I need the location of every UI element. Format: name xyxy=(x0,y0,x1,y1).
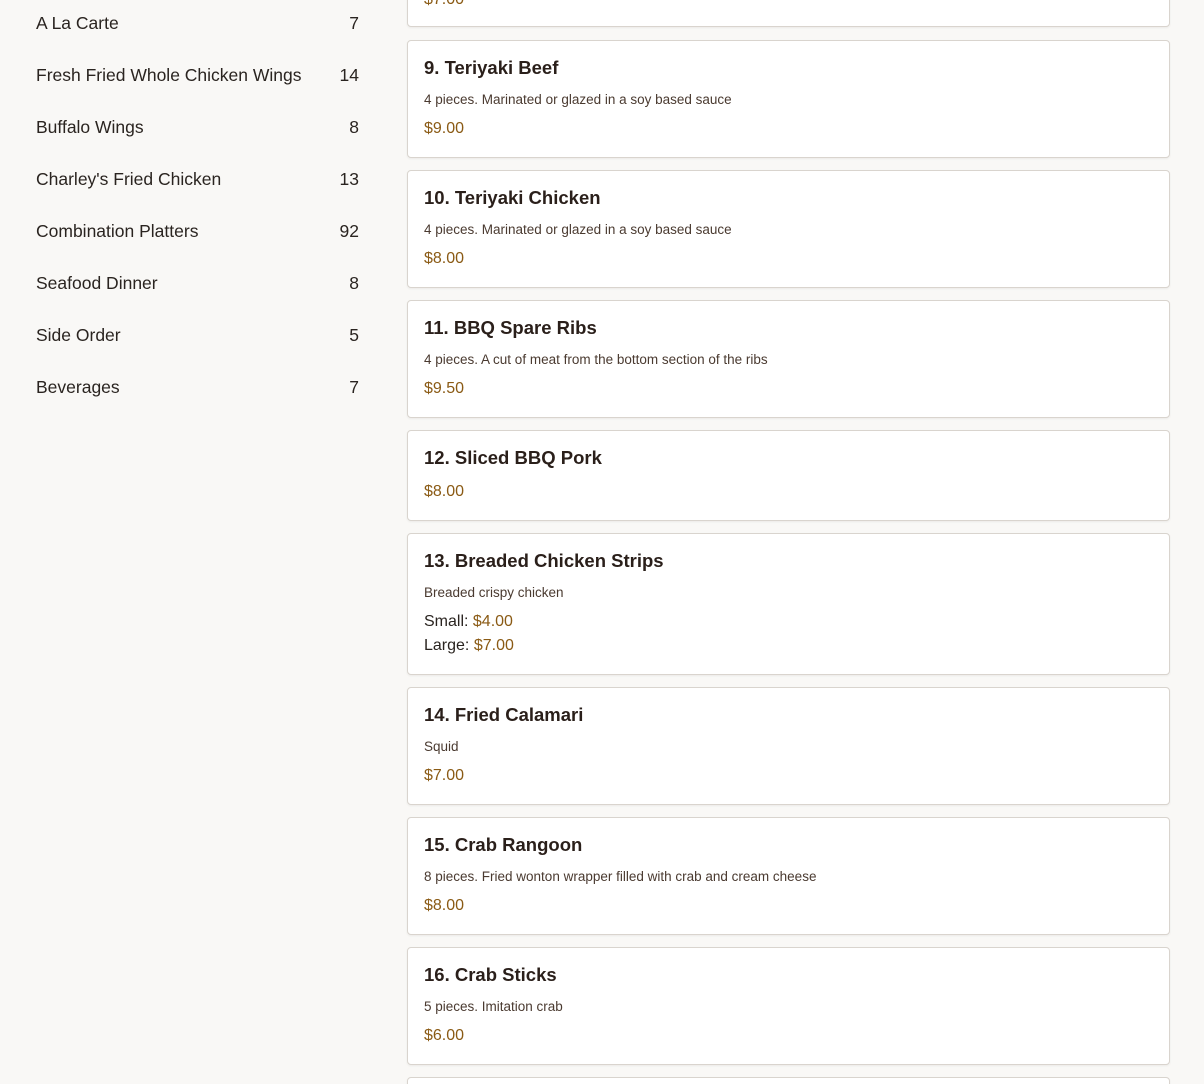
item-description: 8 pieces. Fried wonton wrapper filled wi… xyxy=(424,869,817,884)
category-item-side-order[interactable]: Side Order 5 xyxy=(36,320,359,350)
item-description: Squid xyxy=(424,739,459,754)
category-label: Seafood Dinner xyxy=(36,272,158,293)
category-label: Charley's Fried Chicken xyxy=(36,168,222,189)
menu-item-card[interactable]: 11. BBQ Spare Ribs 4 pieces. A cut of me… xyxy=(407,300,1170,418)
item-description: Breaded crispy chicken xyxy=(424,585,564,600)
item-price: $8.00 xyxy=(424,483,465,500)
option-price: $4.00 xyxy=(472,613,513,630)
item-title: 14. Fried Calamari xyxy=(424,704,584,725)
item-option-large: Large: $7.00 xyxy=(424,637,514,655)
menu-item-card[interactable]: 15. Crab Rangoon 8 pieces. Fried wonton … xyxy=(407,817,1170,935)
category-count: 7 xyxy=(349,376,359,397)
item-title: 11. BBQ Spare Ribs xyxy=(424,317,597,338)
category-item-beverages[interactable]: Beverages 7 xyxy=(36,372,359,402)
category-count: 8 xyxy=(349,272,359,293)
category-label: Side Order xyxy=(36,324,121,345)
option-price: $7.00 xyxy=(473,637,514,654)
page-scrollbar[interactable] xyxy=(1186,0,1204,1084)
item-option-small: Small: $4.00 xyxy=(424,613,513,631)
item-description: 4 pieces. Marinated or glazed in a soy b… xyxy=(424,92,732,107)
menu-page: A La Carte 7 Fresh Fried Whole Chicken W… xyxy=(0,0,1204,1084)
category-item-fresh-fried-whole-chicken-wings[interactable]: Fresh Fried Whole Chicken Wings 14 xyxy=(36,60,359,90)
category-count: 5 xyxy=(349,324,359,345)
item-price: $9.00 xyxy=(424,120,465,137)
category-label: Combination Platters xyxy=(36,220,199,241)
item-title: 16. Crab Sticks xyxy=(424,964,557,985)
category-label: Beverages xyxy=(36,376,120,397)
item-price: $8.00 xyxy=(424,897,465,914)
option-label: Small: xyxy=(424,613,469,630)
item-title: 13. Breaded Chicken Strips xyxy=(424,550,664,571)
menu-item-card-partial[interactable] xyxy=(407,1077,1170,1084)
menu-item-card[interactable]: 12. Sliced BBQ Pork $8.00 xyxy=(407,430,1170,521)
category-count: 14 xyxy=(339,64,359,85)
category-count: 92 xyxy=(339,220,359,241)
item-price: $8.00 xyxy=(424,250,465,267)
category-count: 8 xyxy=(349,116,359,137)
category-item-seafood-dinner[interactable]: Seafood Dinner 8 xyxy=(36,268,359,298)
category-label: Buffalo Wings xyxy=(36,116,144,137)
category-item-buffalo-wings[interactable]: Buffalo Wings 8 xyxy=(36,112,359,142)
item-title: 12. Sliced BBQ Pork xyxy=(424,447,602,468)
menu-items-list: $7.00 9. Teriyaki Beef 4 pieces. Marinat… xyxy=(407,0,1172,1084)
category-sidebar: A La Carte 7 Fresh Fried Whole Chicken W… xyxy=(0,0,395,1084)
item-price: $9.50 xyxy=(424,380,465,397)
category-item-charleys-fried-chicken[interactable]: Charley's Fried Chicken 13 xyxy=(36,164,359,194)
item-description: 4 pieces. Marinated or glazed in a soy b… xyxy=(424,222,732,237)
category-count: 7 xyxy=(349,12,359,33)
category-item-a-la-carte[interactable]: A La Carte 7 xyxy=(36,8,359,38)
menu-item-card[interactable]: 16. Crab Sticks 5 pieces. Imitation crab… xyxy=(407,947,1170,1065)
menu-item-card[interactable]: 10. Teriyaki Chicken 4 pieces. Marinated… xyxy=(407,170,1170,288)
option-label: Large: xyxy=(424,637,470,654)
item-title: 10. Teriyaki Chicken xyxy=(424,187,601,208)
menu-item-card[interactable]: 9. Teriyaki Beef 4 pieces. Marinated or … xyxy=(407,40,1170,158)
category-count: 13 xyxy=(339,168,359,189)
item-description: 5 pieces. Imitation crab xyxy=(424,999,563,1014)
item-title: 15. Crab Rangoon xyxy=(424,834,583,855)
category-label: Fresh Fried Whole Chicken Wings xyxy=(36,64,302,85)
item-price: $7.00 xyxy=(424,0,464,9)
menu-item-card[interactable]: 14. Fried Calamari Squid $7.00 xyxy=(407,687,1170,805)
item-price: $7.00 xyxy=(424,767,465,784)
category-label: A La Carte xyxy=(36,12,119,33)
category-item-combination-platters[interactable]: Combination Platters 92 xyxy=(36,216,359,246)
item-description: 4 pieces. A cut of meat from the bottom … xyxy=(424,352,768,367)
menu-item-card-partial[interactable]: $7.00 xyxy=(407,0,1170,27)
item-title: 9. Teriyaki Beef xyxy=(424,57,559,78)
menu-item-card[interactable]: 13. Breaded Chicken Strips Breaded crisp… xyxy=(407,533,1170,675)
item-price: $6.00 xyxy=(424,1027,465,1044)
